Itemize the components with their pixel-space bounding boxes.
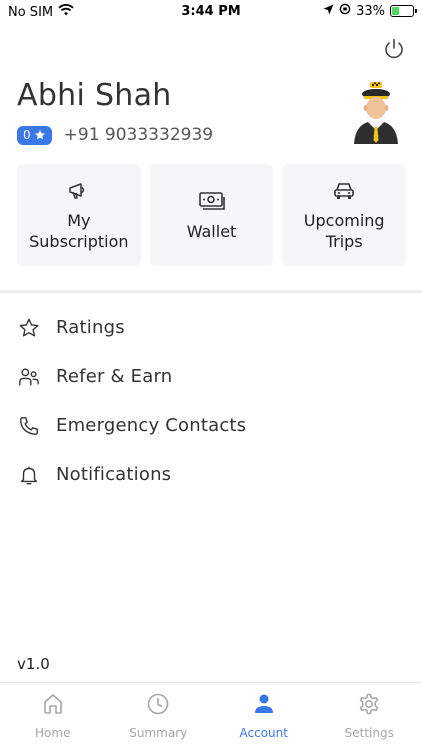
menu-item-notifications[interactable]: Notifications bbox=[0, 450, 422, 499]
gear-icon bbox=[356, 691, 382, 717]
power-icon bbox=[385, 38, 403, 59]
card-label-line2: Trips bbox=[325, 232, 363, 251]
menu-label: Refer & Earn bbox=[56, 366, 173, 387]
logout-button[interactable] bbox=[382, 37, 406, 61]
tab-home[interactable]: Home bbox=[0, 683, 106, 750]
tab-label: Summary bbox=[129, 726, 188, 740]
menu-item-emergency-contacts[interactable]: Emergency Contacts bbox=[0, 401, 422, 450]
profile-name: Abhi Shah bbox=[17, 78, 172, 113]
location-arrow-icon bbox=[323, 4, 334, 19]
clock-icon bbox=[145, 691, 171, 717]
profile-phone: +91 9033332939 bbox=[63, 125, 214, 145]
card-label-line1: My bbox=[67, 211, 91, 230]
tab-label: Settings bbox=[344, 726, 394, 740]
tab-settings[interactable]: Settings bbox=[317, 683, 422, 750]
driver-avatar-icon bbox=[354, 82, 398, 144]
section-divider bbox=[0, 290, 422, 293]
menu-label: Ratings bbox=[56, 317, 125, 338]
menu-item-refer-earn[interactable]: Refer & Earn bbox=[0, 352, 422, 401]
star-icon bbox=[17, 316, 41, 340]
bottom-tab-bar: Home Summary Account Settings bbox=[0, 682, 422, 750]
status-right: 33% bbox=[323, 3, 417, 19]
tab-label: Account bbox=[239, 726, 288, 740]
card-my-subscription[interactable]: My Subscription bbox=[17, 164, 141, 266]
menu-item-ratings[interactable]: Ratings bbox=[0, 303, 422, 352]
rating-value: 0 bbox=[23, 128, 31, 142]
money-icon bbox=[198, 189, 226, 215]
menu-label: Notifications bbox=[56, 464, 172, 485]
battery-icon bbox=[390, 5, 417, 17]
card-label-line1: Wallet bbox=[186, 221, 237, 241]
users-icon bbox=[17, 365, 41, 389]
person-icon bbox=[251, 691, 277, 717]
bell-icon bbox=[17, 463, 41, 487]
megaphone-icon bbox=[67, 178, 91, 204]
status-bar: No SIM 3:44 PM 33% bbox=[0, 0, 422, 24]
car-icon bbox=[333, 178, 355, 204]
profile-subinfo: 0 +91 9033332939 bbox=[17, 125, 213, 145]
card-wallet[interactable]: Wallet bbox=[149, 164, 274, 266]
card-upcoming-trips[interactable]: Upcoming Trips bbox=[282, 164, 407, 266]
orientation-lock-icon bbox=[339, 3, 351, 19]
quick-actions: My Subscription Wallet Upcoming Trips bbox=[17, 164, 407, 266]
rating-badge: 0 bbox=[17, 125, 52, 145]
card-label-line2: Subscription bbox=[29, 232, 129, 251]
battery-percent: 33% bbox=[356, 3, 385, 19]
phone-icon bbox=[17, 414, 41, 438]
menu-label: Emergency Contacts bbox=[56, 415, 247, 436]
app-version: v1.0 bbox=[17, 655, 50, 673]
star-icon bbox=[34, 130, 45, 140]
card-label-line1: Upcoming bbox=[303, 211, 385, 230]
tab-account[interactable]: Account bbox=[211, 683, 317, 750]
home-icon bbox=[40, 691, 66, 717]
tab-label: Home bbox=[35, 726, 71, 740]
avatar[interactable] bbox=[352, 82, 400, 144]
tab-summary[interactable]: Summary bbox=[106, 683, 212, 750]
account-menu: Ratings Refer & Earn Emergency Contacts … bbox=[0, 303, 422, 499]
